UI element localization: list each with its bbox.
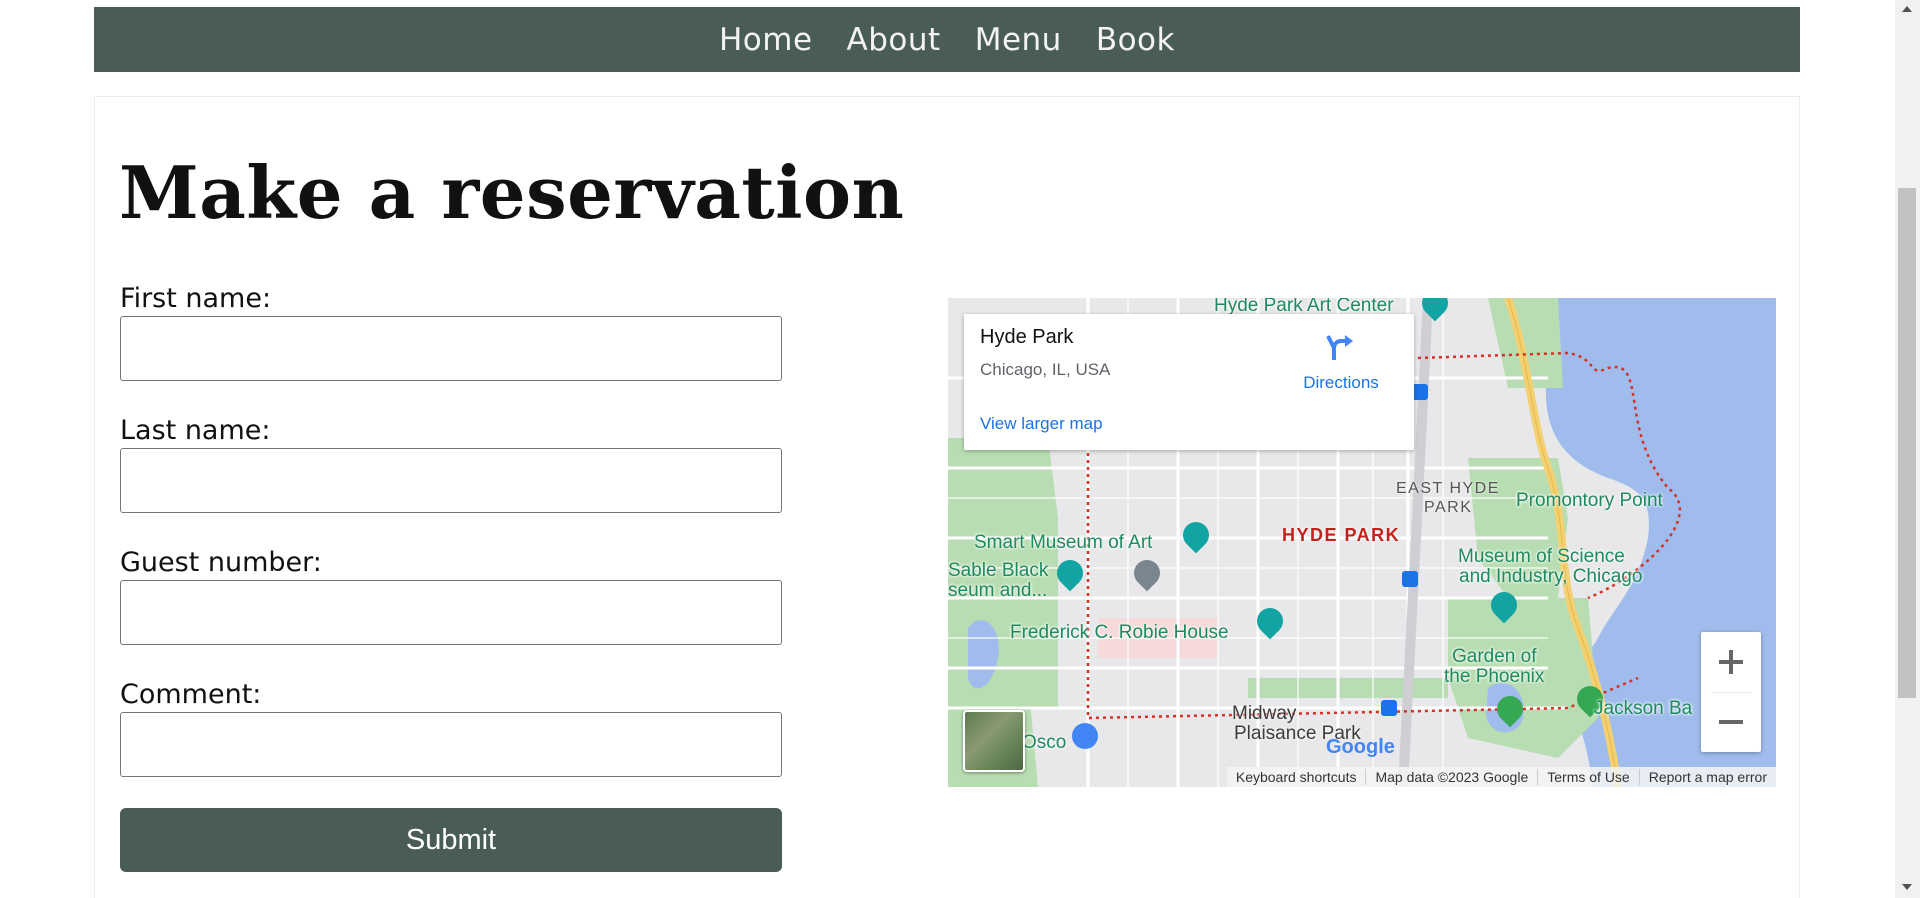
map-label-garden-phoenix-1: Garden of: [1452, 646, 1537, 667]
google-logo: Google: [1326, 736, 1395, 758]
keyboard-shortcuts-link[interactable]: Keyboard shortcuts: [1227, 769, 1366, 785]
directions-label: Directions: [1303, 373, 1379, 392]
comment-label: Comment:: [120, 679, 262, 710]
place-name: Hyde Park: [980, 326, 1074, 348]
zoom-controls: [1701, 632, 1761, 752]
map-embed[interactable]: Hyde Park Art Center EAST HYDE PARK HYDE…: [948, 298, 1776, 787]
first-name-label: First name:: [120, 283, 272, 314]
page-scrollbar[interactable]: [1895, 0, 1920, 898]
guest-number-label: Guest number:: [120, 547, 322, 578]
first-name-input[interactable]: [120, 316, 782, 381]
scrollbar-thumb[interactable]: [1898, 188, 1916, 698]
submit-button[interactable]: Submit: [120, 808, 782, 872]
map-label-jackson-park: Jackson Ba: [1594, 698, 1693, 719]
zoom-in-button[interactable]: [1701, 632, 1761, 692]
nav-home-link[interactable]: Home: [719, 22, 813, 58]
last-name-input[interactable]: [120, 448, 782, 513]
map-label-midway-1: Midway: [1232, 703, 1297, 724]
scroll-down-arrow-icon[interactable]: [1902, 884, 1912, 890]
map-label-east-hyde-park-2: PARK: [1424, 499, 1473, 516]
map-attribution-bar: Keyboard shortcuts Map data ©2023 Google…: [1226, 767, 1776, 787]
map-label-garden-phoenix-2: the Phoenix: [1444, 666, 1545, 687]
map-label-sable-black-2: seum and...: [948, 580, 1048, 601]
report-map-error-link[interactable]: Report a map error: [1638, 769, 1776, 785]
satellite-layer-toggle[interactable]: [963, 710, 1025, 772]
map-label-osco: Osco: [1022, 732, 1067, 753]
main-navbar: Home About Menu Book: [94, 7, 1800, 72]
terms-of-use-link[interactable]: Terms of Use: [1537, 769, 1638, 785]
comment-input[interactable]: [120, 712, 782, 777]
nav-menu-link[interactable]: Menu: [975, 22, 1062, 58]
page-title: Make a reservation: [119, 150, 905, 235]
map-label-smart-museum: Smart Museum of Art: [974, 532, 1153, 553]
scroll-up-arrow-icon[interactable]: [1902, 6, 1912, 12]
map-label-hyde-park: HYDE PARK: [1282, 525, 1401, 545]
zoom-out-button[interactable]: [1701, 692, 1761, 752]
directions-icon: [1326, 335, 1353, 360]
map-label-promontory-point: Promontory Point: [1516, 490, 1663, 511]
place-info-card: Hyde Park Chicago, IL, USA View larger m…: [964, 314, 1414, 450]
map-data-text: Map data ©2023 Google: [1365, 769, 1537, 785]
map-label-sable-black-1: Sable Black: [948, 560, 1049, 581]
map-label-museum-science-2: and Industry, Chicago: [1459, 566, 1643, 587]
map-label-robie-house: Frederick C. Robie House: [1010, 622, 1229, 643]
guest-number-input[interactable]: [120, 580, 782, 645]
nav-about-link[interactable]: About: [847, 22, 941, 58]
map-label-east-hyde-park-1: EAST HYDE: [1396, 480, 1500, 497]
view-larger-map-link[interactable]: View larger map: [980, 414, 1103, 434]
nav-book-link[interactable]: Book: [1096, 22, 1175, 58]
last-name-label: Last name:: [120, 415, 271, 446]
place-address: Chicago, IL, USA: [980, 360, 1111, 379]
directions-button[interactable]: Directions: [1296, 330, 1386, 393]
plus-icon: [1719, 650, 1743, 674]
map-label-museum-science-1: Museum of Science: [1458, 546, 1625, 567]
minus-icon: [1719, 720, 1743, 724]
